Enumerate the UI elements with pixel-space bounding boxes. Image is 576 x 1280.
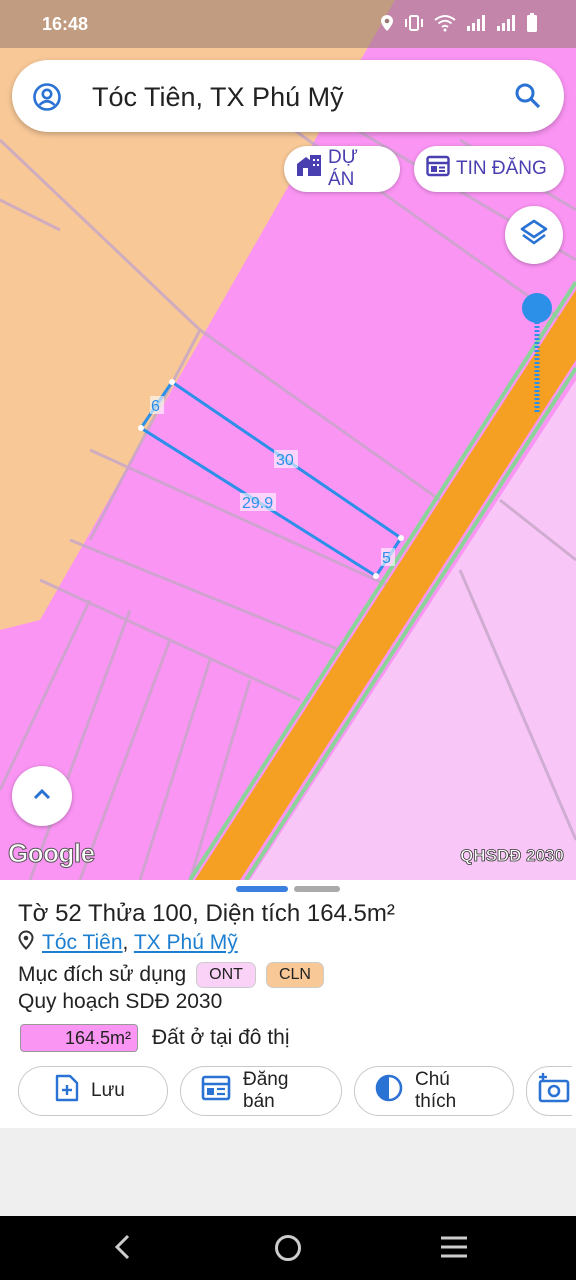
search-input[interactable]: Tóc Tiên, TX Phú Mỹ [92, 82, 344, 113]
plan-legend: 164.5m² Đất ở tại đô thị [20, 1024, 290, 1052]
note-label: Chú thích [415, 1069, 457, 1112]
commune-link[interactable]: Tóc Tiên [42, 931, 123, 954]
recent-apps-icon[interactable] [440, 1234, 468, 1265]
plan-label: Quy hoạch SDĐ 2030 [18, 990, 223, 1013]
add-photo-icon [537, 1073, 571, 1109]
sheet-handle[interactable] [294, 886, 340, 892]
location-separator: , [122, 931, 129, 954]
location-pin-icon [18, 930, 34, 956]
purpose-row: Mục đích sử dụng ONT CLN [18, 962, 324, 988]
layers-button[interactable] [505, 206, 563, 264]
tag-ont: ONT [196, 962, 256, 988]
status-bar: 16:48 [0, 0, 576, 48]
account-icon[interactable] [32, 82, 62, 117]
parcel-label-bottom: 29.9 [242, 495, 273, 512]
expand-up-button[interactable] [12, 766, 72, 826]
listing-icon [426, 155, 450, 183]
save-label: Lưu [91, 1080, 125, 1101]
location-status-icon [380, 14, 394, 37]
parcel-label-left: 6 [151, 398, 160, 415]
parcel-title: Tờ 52 Thửa 100, Diện tích 164.5m² [18, 900, 395, 927]
add-photo-button[interactable] [526, 1066, 572, 1116]
home-icon[interactable] [274, 1234, 302, 1267]
parcel-label-right: 5 [382, 550, 391, 567]
map-view[interactable]: 6 30 29.9 5 [0, 0, 576, 880]
search-bar[interactable]: Tóc Tiên, TX Phú Mỹ [12, 60, 564, 132]
status-time: 16:48 [42, 14, 89, 34]
empty-area [0, 1128, 576, 1216]
vibrate-icon [404, 14, 424, 37]
save-button[interactable]: Lưu [18, 1066, 168, 1116]
post-for-sale-button[interactable]: Đăng bán [180, 1066, 342, 1116]
building-icon [296, 154, 322, 184]
contrast-icon [375, 1074, 403, 1108]
wifi-icon [434, 14, 456, 37]
du-an-label: DỰ ÁN [328, 147, 358, 190]
legend-note-button[interactable]: Chú thích [354, 1066, 514, 1116]
signal-2-icon [496, 14, 516, 37]
battery-icon [526, 13, 538, 38]
search-icon[interactable] [514, 82, 542, 115]
add-file-icon [55, 1074, 79, 1108]
legend-area-swatch: 164.5m² [20, 1024, 138, 1052]
parcel-info-sheet: Tờ 52 Thửa 100, Diện tích 164.5m² Tóc Ti… [0, 880, 576, 1128]
back-icon[interactable] [112, 1234, 134, 1265]
action-row: Lưu Đăng bán Chú thích [18, 1066, 572, 1116]
legend-land-type: Đất ở tại đô thị [152, 1026, 290, 1049]
listing-icon [201, 1075, 231, 1107]
sheet-handle-active[interactable] [236, 886, 288, 892]
tag-cln: CLN [265, 962, 324, 988]
signal-1-icon [466, 14, 486, 37]
layers-icon [519, 218, 549, 253]
parcel-label-top: 30 [276, 452, 294, 469]
post-label: Đăng bán [243, 1069, 289, 1112]
town-link[interactable]: TX Phú Mỹ [134, 931, 238, 954]
chevron-up-icon [32, 787, 52, 806]
tin-dang-button[interactable]: TIN ĐĂNG [414, 146, 564, 192]
system-nav-bar [0, 1216, 576, 1280]
google-attribution: Google [8, 838, 96, 869]
parcel-location: Tóc Tiên, TX Phú Mỹ [18, 930, 238, 956]
du-an-button[interactable]: DỰ ÁN [284, 146, 400, 192]
purpose-label: Mục đích sử dụng [18, 963, 187, 986]
map-canvas[interactable]: 6 30 29.9 5 [0, 0, 576, 880]
tin-dang-label: TIN ĐĂNG [456, 158, 547, 179]
status-icons [380, 13, 538, 38]
map-layer-label: QHSDĐ 2030 [460, 846, 565, 866]
